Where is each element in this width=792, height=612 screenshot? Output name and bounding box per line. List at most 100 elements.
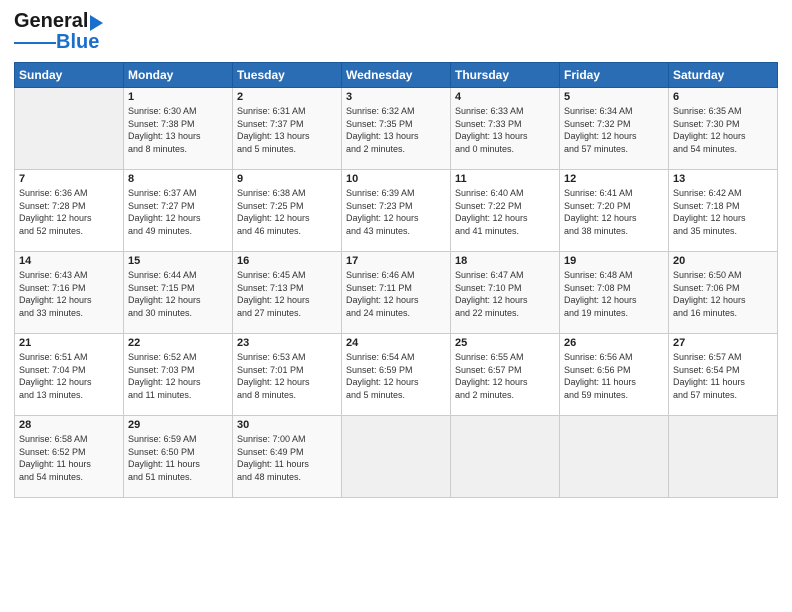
logo-blue: Blue	[56, 31, 99, 54]
cell-content: Sunrise: 6:39 AM Sunset: 7:23 PM Dayligh…	[346, 187, 446, 237]
day-number: 19	[564, 255, 664, 267]
col-header-tuesday: Tuesday	[233, 63, 342, 88]
cell-content: Sunrise: 6:42 AM Sunset: 7:18 PM Dayligh…	[673, 187, 773, 237]
calendar-cell: 11Sunrise: 6:40 AM Sunset: 7:22 PM Dayli…	[451, 170, 560, 252]
cell-content: Sunrise: 6:45 AM Sunset: 7:13 PM Dayligh…	[237, 269, 337, 319]
col-header-monday: Monday	[124, 63, 233, 88]
day-number: 27	[673, 337, 773, 349]
day-number: 1	[128, 91, 228, 103]
header-row: SundayMondayTuesdayWednesdayThursdayFrid…	[15, 63, 778, 88]
calendar-cell: 6Sunrise: 6:35 AM Sunset: 7:30 PM Daylig…	[669, 88, 778, 170]
calendar-cell: 7 Sunrise: 6:36 AM Sunset: 7:28 PM Daylig…	[15, 170, 124, 252]
cell-content: Sunrise: 6:33 AM Sunset: 7:33 PM Dayligh…	[455, 105, 555, 155]
day-number: 10	[346, 173, 446, 185]
day-number: 20	[673, 255, 773, 267]
cell-content: Sunrise: 6:59 AM Sunset: 6:50 PM Dayligh…	[128, 433, 228, 483]
calendar-row: 21 Sunrise: 6:51 AM Sunset: 7:04 PM Dayli…	[15, 334, 778, 416]
cell-content: Sunrise: 6:58 AM Sunset: 6:52 PM Dayligh…	[19, 433, 119, 483]
day-number: 7	[19, 173, 119, 185]
cell-content: Sunrise: 6:34 AM Sunset: 7:32 PM Dayligh…	[564, 105, 664, 155]
cell-content: Sunrise: 6:36 AM Sunset: 7:28 PM Dayligh…	[19, 187, 119, 237]
cell-content: Sunrise: 6:56 AM Sunset: 6:56 PM Dayligh…	[564, 351, 664, 401]
calendar-cell	[560, 416, 669, 498]
day-number: 18	[455, 255, 555, 267]
day-number: 23	[237, 337, 337, 349]
calendar-cell	[669, 416, 778, 498]
calendar-cell: 14 Sunrise: 6:43 AM Sunset: 7:16 PM Dayli…	[15, 252, 124, 334]
calendar-cell: 26 Sunrise: 6:56 AM Sunset: 6:56 PM Dayli…	[560, 334, 669, 416]
day-number: 2	[237, 91, 337, 103]
day-number: 3	[346, 91, 446, 103]
calendar-body: 1 Sunrise: 6:30 AM Sunset: 7:38 PM Daylig…	[15, 88, 778, 498]
calendar-cell: 10 Sunrise: 6:39 AM Sunset: 7:23 PM Dayli…	[342, 170, 451, 252]
header: General Blue	[14, 10, 778, 54]
cell-content: Sunrise: 6:48 AM Sunset: 7:08 PM Dayligh…	[564, 269, 664, 319]
cell-content: Sunrise: 6:37 AM Sunset: 7:27 PM Dayligh…	[128, 187, 228, 237]
calendar-cell	[342, 416, 451, 498]
cell-content: Sunrise: 6:31 AM Sunset: 7:37 PM Dayligh…	[237, 105, 337, 155]
day-number: 24	[346, 337, 446, 349]
calendar-table: SundayMondayTuesdayWednesdayThursdayFrid…	[14, 62, 778, 498]
day-number: 30	[237, 419, 337, 431]
logo-underline	[14, 42, 56, 44]
day-number: 29	[128, 419, 228, 431]
cell-content: Sunrise: 6:46 AM Sunset: 7:11 PM Dayligh…	[346, 269, 446, 319]
calendar-cell: 19 Sunrise: 6:48 AM Sunset: 7:08 PM Dayli…	[560, 252, 669, 334]
cell-content: Sunrise: 6:57 AM Sunset: 6:54 PM Dayligh…	[673, 351, 773, 401]
calendar-cell: 3 Sunrise: 6:32 AM Sunset: 7:35 PM Daylig…	[342, 88, 451, 170]
day-number: 17	[346, 255, 446, 267]
calendar-cell: 12Sunrise: 6:41 AM Sunset: 7:20 PM Dayli…	[560, 170, 669, 252]
cell-content: Sunrise: 6:32 AM Sunset: 7:35 PM Dayligh…	[346, 105, 446, 155]
cell-content: Sunrise: 6:44 AM Sunset: 7:15 PM Dayligh…	[128, 269, 228, 319]
day-number: 15	[128, 255, 228, 267]
day-number: 16	[237, 255, 337, 267]
calendar-row: 1 Sunrise: 6:30 AM Sunset: 7:38 PM Daylig…	[15, 88, 778, 170]
col-header-wednesday: Wednesday	[342, 63, 451, 88]
calendar-row: 14 Sunrise: 6:43 AM Sunset: 7:16 PM Dayli…	[15, 252, 778, 334]
calendar-cell: 4 Sunrise: 6:33 AM Sunset: 7:33 PM Daylig…	[451, 88, 560, 170]
cell-content: Sunrise: 6:51 AM Sunset: 7:04 PM Dayligh…	[19, 351, 119, 401]
col-header-thursday: Thursday	[451, 63, 560, 88]
calendar-cell: 27 Sunrise: 6:57 AM Sunset: 6:54 PM Dayli…	[669, 334, 778, 416]
day-number: 13	[673, 173, 773, 185]
day-number: 14	[19, 255, 119, 267]
calendar-cell: 30 Sunrise: 7:00 AM Sunset: 6:49 PM Dayli…	[233, 416, 342, 498]
calendar-cell: 22Sunrise: 6:52 AM Sunset: 7:03 PM Dayli…	[124, 334, 233, 416]
calendar-cell	[15, 88, 124, 170]
calendar-cell: 29 Sunrise: 6:59 AM Sunset: 6:50 PM Dayli…	[124, 416, 233, 498]
calendar-row: 28Sunrise: 6:58 AM Sunset: 6:52 PM Dayli…	[15, 416, 778, 498]
logo-general: General	[14, 10, 88, 33]
day-number: 25	[455, 337, 555, 349]
cell-content: Sunrise: 6:55 AM Sunset: 6:57 PM Dayligh…	[455, 351, 555, 401]
col-header-sunday: Sunday	[15, 63, 124, 88]
calendar-cell: 8 Sunrise: 6:37 AM Sunset: 7:27 PM Daylig…	[124, 170, 233, 252]
day-number: 8	[128, 173, 228, 185]
logo: General Blue	[14, 10, 103, 54]
calendar-cell: 9Sunrise: 6:38 AM Sunset: 7:25 PM Daylig…	[233, 170, 342, 252]
cell-content: Sunrise: 6:41 AM Sunset: 7:20 PM Dayligh…	[564, 187, 664, 237]
calendar-container: General Blue SundayMondayTuesdayWednesda…	[0, 0, 792, 612]
day-number: 4	[455, 91, 555, 103]
day-number: 5	[564, 91, 664, 103]
calendar-cell	[451, 416, 560, 498]
calendar-cell: 2 Sunrise: 6:31 AM Sunset: 7:37 PM Daylig…	[233, 88, 342, 170]
day-number: 26	[564, 337, 664, 349]
calendar-cell: 18 Sunrise: 6:47 AM Sunset: 7:10 PM Dayli…	[451, 252, 560, 334]
calendar-cell: 15 Sunrise: 6:44 AM Sunset: 7:15 PM Dayli…	[124, 252, 233, 334]
calendar-cell: 21 Sunrise: 6:51 AM Sunset: 7:04 PM Dayli…	[15, 334, 124, 416]
cell-content: Sunrise: 6:43 AM Sunset: 7:16 PM Dayligh…	[19, 269, 119, 319]
cell-content: Sunrise: 6:30 AM Sunset: 7:38 PM Dayligh…	[128, 105, 228, 155]
col-header-friday: Friday	[560, 63, 669, 88]
logo-arrow-icon	[90, 15, 103, 31]
calendar-cell: 25 Sunrise: 6:55 AM Sunset: 6:57 PM Dayli…	[451, 334, 560, 416]
calendar-cell: 28Sunrise: 6:58 AM Sunset: 6:52 PM Dayli…	[15, 416, 124, 498]
day-number: 11	[455, 173, 555, 185]
day-number: 21	[19, 337, 119, 349]
calendar-cell: 16 Sunrise: 6:45 AM Sunset: 7:13 PM Dayli…	[233, 252, 342, 334]
cell-content: Sunrise: 6:50 AM Sunset: 7:06 PM Dayligh…	[673, 269, 773, 319]
cell-content: Sunrise: 7:00 AM Sunset: 6:49 PM Dayligh…	[237, 433, 337, 483]
calendar-cell: 13 Sunrise: 6:42 AM Sunset: 7:18 PM Dayli…	[669, 170, 778, 252]
cell-content: Sunrise: 6:47 AM Sunset: 7:10 PM Dayligh…	[455, 269, 555, 319]
calendar-row: 7 Sunrise: 6:36 AM Sunset: 7:28 PM Daylig…	[15, 170, 778, 252]
cell-content: Sunrise: 6:53 AM Sunset: 7:01 PM Dayligh…	[237, 351, 337, 401]
